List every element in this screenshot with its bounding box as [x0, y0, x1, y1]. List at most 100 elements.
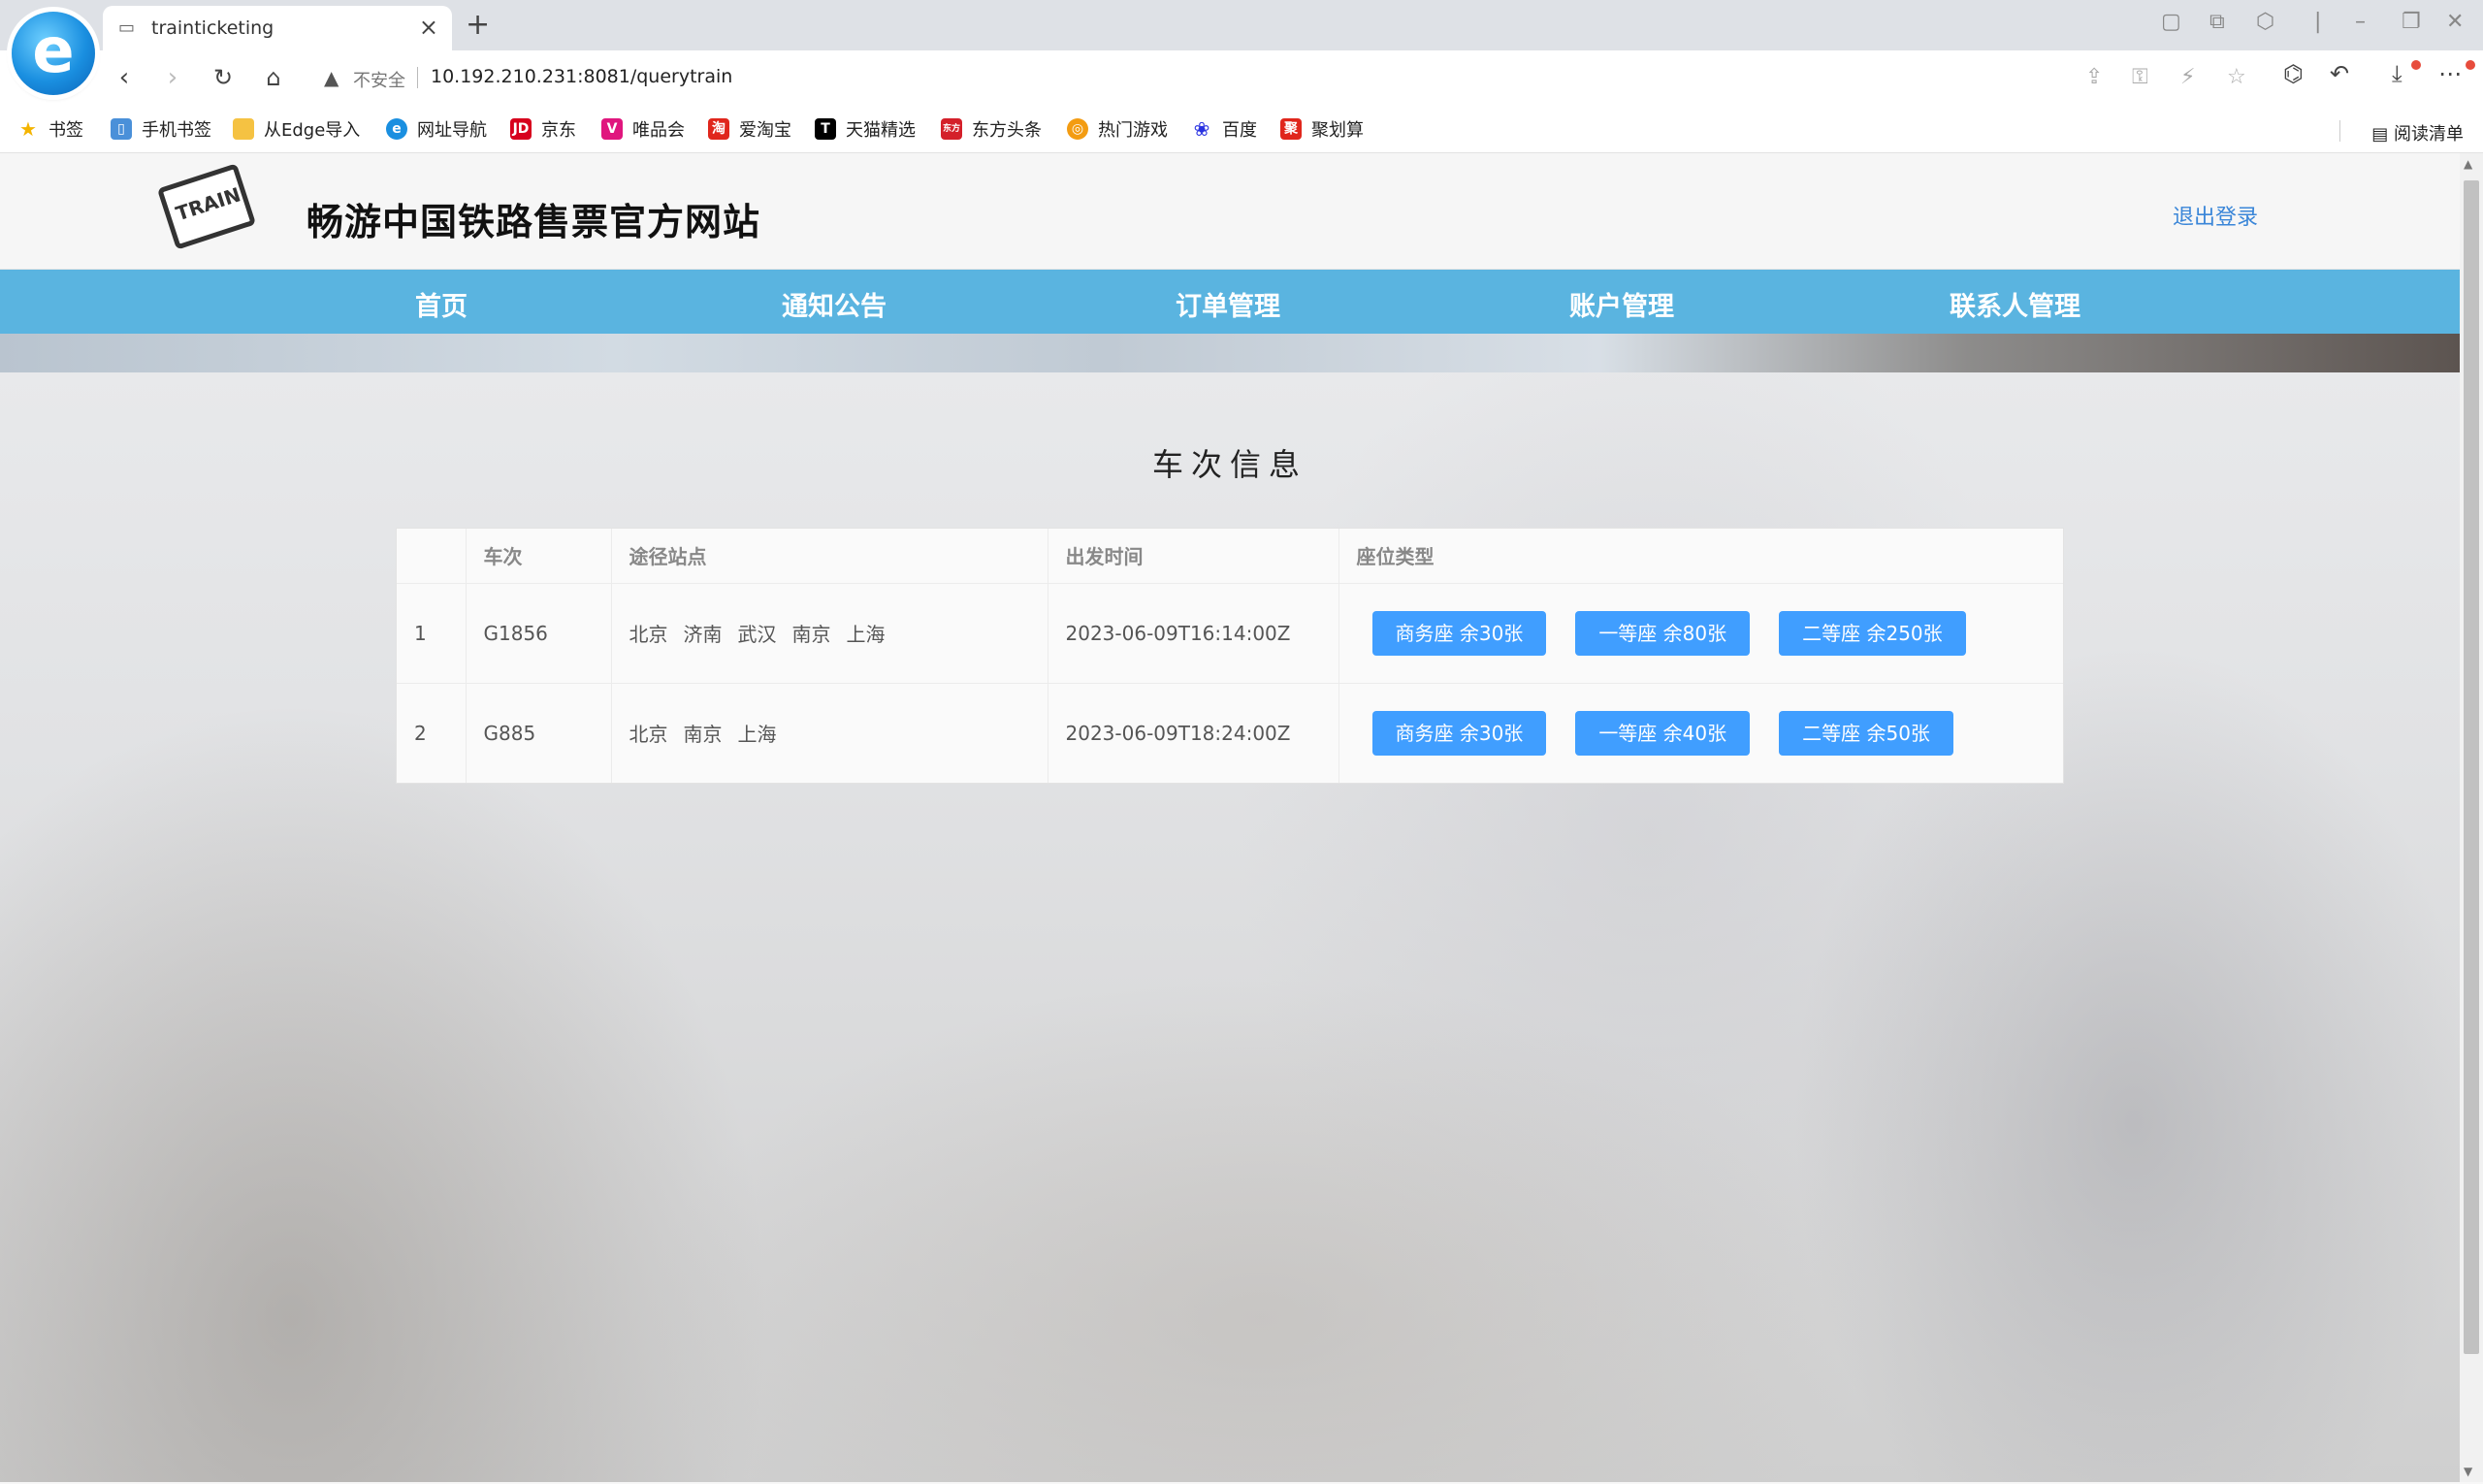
nav-notices[interactable]: 通知公告 [782, 285, 887, 323]
header-train: 车次 [466, 529, 612, 584]
share-icon[interactable]: ⇪ [2085, 65, 2103, 89]
page-content: TRAIN 畅游中国铁路售票官方网站 退出登录 首页 通知公告 订单管理 账户管… [0, 153, 2460, 1482]
baidu-paw-icon: ❀ [1193, 117, 1210, 141]
seat-first-class-button[interactable]: 一等座 余40张 [1575, 710, 1751, 756]
seat-business-button[interactable]: 商务座 余30张 [1371, 710, 1547, 756]
reading-list-button[interactable]: ▤ 阅读清单 [2371, 120, 2464, 145]
star-icon: ★ [19, 117, 37, 141]
seats-cell: 商务座 余30张 一等座 余80张 二等座 余250张 [1338, 583, 2063, 684]
scroll-down-icon[interactable]: ▼ [2464, 1465, 2472, 1478]
juhuasuan-icon: 聚 [1280, 118, 1302, 140]
undo-icon[interactable]: ↶ [2330, 60, 2349, 87]
row-index: 1 [397, 583, 467, 684]
favorite-star-icon[interactable]: ☆ [2227, 65, 2246, 89]
bookmark-label: 书签 [48, 120, 83, 141]
bookmark-label: 爱淘宝 [739, 120, 791, 141]
address-divider [417, 67, 418, 88]
browser-nav-icon: e [386, 118, 407, 140]
depart-time: 2023-06-09T16:14:00Z [1048, 583, 1339, 684]
seats-cell: 商务座 余30张 一等座 余40张 二等座 余50张 [1338, 683, 2063, 783]
bookmarks-divider [2339, 120, 2340, 142]
reload-icon[interactable]: ↻ [206, 60, 241, 95]
bookmarks-bar: ★ 书签 ▯ 手机书签 从Edge导入 e 网址导航 JD 京东 V 唯品会 淘爱淘宝 T… [0, 105, 2483, 153]
banner-image [0, 334, 2460, 372]
header-index [397, 529, 467, 584]
browser-tab[interactable]: ▭ trainticketing × [103, 6, 452, 50]
extensions-icon[interactable]: ⌬ [2283, 60, 2304, 87]
bookmark-label: 京东 [541, 120, 576, 141]
tab-view-icon[interactable]: ▢ [2161, 10, 2181, 34]
bookmark-label: 天猫精选 [846, 120, 916, 141]
reading-list-label: 阅读清单 [2394, 124, 2464, 145]
table-row: 1 G1856 北京 济南 武汉 南京 上海 2023-06-09T16:14:00Z … [397, 583, 2063, 684]
section-title: 车次信息 [1151, 446, 1307, 483]
browser-chrome: ▭ trainticketing × + ▢ ⧉ ⬡ | – ❐ ✕ ‹ › ↻… [0, 0, 2483, 153]
collections-icon[interactable]: ⧉ [2209, 10, 2225, 34]
seat-business-button[interactable]: 商务座 余30张 [1371, 610, 1547, 656]
station: 北京 [629, 623, 668, 646]
back-icon[interactable]: ‹ [107, 60, 142, 95]
nav-account[interactable]: 账户管理 [1569, 285, 1674, 323]
bookmark-label: 聚划算 [1311, 120, 1364, 141]
station: 北京 [629, 723, 668, 747]
restore-icon[interactable]: ❐ [2402, 10, 2421, 34]
lightning-icon[interactable]: ⚡ [2180, 65, 2195, 89]
bookmark-label: 热门游戏 [1098, 120, 1168, 141]
nav-contacts[interactable]: 联系人管理 [1950, 285, 2080, 323]
minimize-icon[interactable]: – [2355, 10, 2366, 34]
page-icon: ▭ [118, 17, 136, 38]
bookmark-label: 从Edge导入 [264, 120, 361, 141]
key-icon[interactable]: ⚿ [2132, 65, 2148, 89]
site-title: 畅游中国铁路售票官方网站 [306, 201, 761, 243]
bookmark-item[interactable]: ★ 书签 [17, 113, 83, 145]
seat-second-class-button[interactable]: 二等座 余50张 [1779, 710, 1953, 756]
stations-cell: 北京 济南 武汉 南京 上海 [611, 583, 1048, 684]
url-text[interactable]: 10.192.210.231:8081/querytrain [431, 66, 732, 87]
train-ticket-logo-icon: TRAIN [156, 163, 257, 250]
bookmark-item[interactable]: ❀ 百度 [1191, 113, 1257, 145]
bookmark-label: 手机书签 [142, 120, 211, 141]
reading-list-icon: ▤ [2371, 124, 2394, 145]
home-icon[interactable]: ⌂ [256, 60, 291, 95]
train-table: 车次 途径站点 出发时间 座位类型 1 G1856 北京 济南 武汉 南京 上海 202… [396, 528, 2064, 784]
bookmark-item[interactable]: JD 京东 [510, 113, 576, 145]
bookmark-item[interactable]: ◎ 热门游戏 [1067, 113, 1168, 145]
seat-first-class-button[interactable]: 一等座 余80张 [1575, 610, 1751, 656]
bookmark-item[interactable]: T 天猫精选 [815, 113, 916, 145]
bookmark-item[interactable]: V 唯品会 [601, 113, 685, 145]
more-menu-icon[interactable]: ⋯ [2438, 60, 2462, 87]
forward-icon[interactable]: › [155, 60, 190, 95]
bookmark-item[interactable]: e 网址导航 [386, 113, 487, 145]
tab-title: trainticketing [151, 17, 274, 39]
header-seats: 座位类型 [1338, 529, 2063, 584]
scroll-up-icon[interactable]: ▲ [2464, 157, 2472, 171]
bookmark-item[interactable]: 淘爱淘宝 [708, 113, 791, 145]
bookmark-item[interactable]: 从Edge导入 [233, 113, 360, 145]
bookmark-label: 唯品会 [632, 120, 685, 141]
new-tab-icon[interactable]: + [466, 8, 490, 42]
extension-shield-icon[interactable]: ⬡ [2256, 10, 2274, 34]
nav-orders[interactable]: 订单管理 [1176, 285, 1280, 323]
table-row: 2 G885 北京 南京 上海 2023-06-09T18:24:00Z 商务座 余… [397, 683, 2063, 783]
train-number: G1856 [466, 583, 612, 684]
close-tab-icon[interactable]: × [419, 14, 438, 41]
bookmark-item[interactable]: 聚聚划算 [1280, 113, 1364, 145]
bookmark-label: 东方头条 [972, 120, 1042, 141]
bookmark-label: 百度 [1222, 120, 1257, 141]
address-bar[interactable]: ▲ 不安全 10.192.210.231:8081/querytrain ⇪ ⚿… [308, 57, 2268, 98]
download-icon[interactable]: ⤓ [2392, 60, 2402, 87]
browser-logo-icon [12, 12, 95, 95]
close-window-icon[interactable]: ✕ [2446, 10, 2464, 34]
train-number: G885 [466, 683, 612, 783]
depart-time: 2023-06-09T18:24:00Z [1048, 683, 1339, 783]
seat-second-class-button[interactable]: 二等座 余250张 [1779, 610, 1966, 656]
bookmark-item[interactable]: ▯ 手机书签 [111, 113, 211, 145]
nav-home[interactable]: 首页 [415, 285, 468, 323]
insecure-label: 不安全 [353, 71, 405, 91]
bookmark-item[interactable]: 东方 东方头条 [941, 113, 1042, 145]
taobao-icon: 淘 [708, 118, 729, 140]
logout-link[interactable]: 退出登录 [2173, 200, 2258, 231]
download-badge [2411, 60, 2421, 70]
station: 上海 [846, 623, 886, 646]
scrollbar-thumb[interactable] [2464, 180, 2479, 1354]
